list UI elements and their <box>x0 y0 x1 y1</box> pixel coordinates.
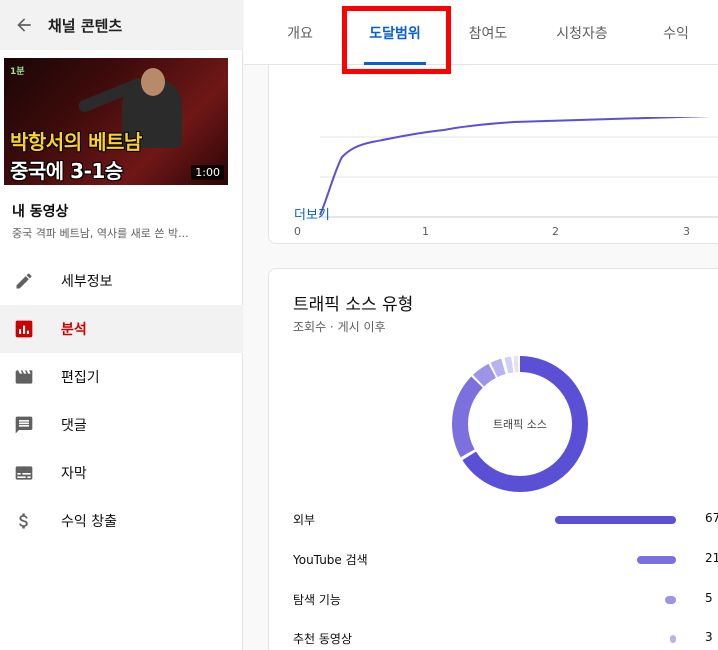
tab-audience[interactable]: 시청자층 <box>540 0 624 65</box>
thumbnail-watermark: 1분 <box>10 67 25 77</box>
tab-overview[interactable]: 개요 <box>272 0 328 65</box>
pencil-icon <box>12 269 36 293</box>
thumbnail-headline-bottom: 중국에 3-1승 <box>10 159 123 183</box>
traffic-source-value: 21 <box>705 551 718 565</box>
sidebar-item-comments[interactable]: 댓글 <box>0 401 243 449</box>
x-tick-label: 2 <box>552 225 559 238</box>
traffic-source-name: 탐색 기능 <box>293 593 341 607</box>
dollar-icon <box>12 509 36 533</box>
video-thumbnail[interactable]: 1분 박항서의 베트남 중국에 3-1승 1:00 <box>4 58 228 185</box>
traffic-card-subtitle: 조회수 · 게시 이후 <box>293 320 386 334</box>
sidebar-item-label: 자막 <box>61 466 87 482</box>
sidebar-item-analytics[interactable]: 분석 <box>0 305 243 353</box>
reach-line-chart <box>319 117 718 218</box>
donut-center-label: 트래픽 소스 <box>492 418 548 431</box>
tab-engagement[interactable]: 참여도 <box>454 0 522 65</box>
traffic-source-row: 외부 67 <box>293 511 718 531</box>
traffic-source-bar <box>670 635 676 643</box>
traffic-source-name: 외부 <box>293 513 316 527</box>
tab-bar: 개요 도달범위 참여도 시청자층 수익 <box>244 0 718 65</box>
sidebar-item-label: 분석 <box>61 322 87 338</box>
sidebar-header: 채널 콘텐츠 <box>0 0 243 50</box>
traffic-source-bar <box>555 516 676 524</box>
video-duration: 1:00 <box>191 165 224 180</box>
x-tick-label: 1 <box>422 225 429 238</box>
arrow-left-icon <box>17 18 31 32</box>
traffic-source-value: 3 <box>705 630 713 644</box>
my-video-label: 내 동영상 <box>12 204 69 220</box>
sidebar: 채널 콘텐츠 1분 박항서의 베트남 중국에 3-1승 1:00 내 동영상 중… <box>0 0 243 650</box>
x-tick-label: 0 <box>294 225 301 238</box>
traffic-source-row: 추천 동영상 3 <box>293 630 718 650</box>
traffic-source-row: YouTube 검색 21 <box>293 551 718 571</box>
analytics-icon <box>12 317 36 341</box>
traffic-source-bar <box>665 596 676 604</box>
video-title: 중국 격파 베트남, 역사를 새로 쓴 박... <box>12 227 189 240</box>
sidebar-item-editor[interactable]: 편집기 <box>0 353 243 401</box>
sidebar-item-details[interactable]: 세부정보 <box>0 257 243 305</box>
sidebar-item-subtitles[interactable]: 자막 <box>0 449 243 497</box>
thumbnail-figure-head <box>141 68 165 96</box>
traffic-source-bar <box>637 556 676 564</box>
x-tick-label: 3 <box>683 225 690 238</box>
back-button[interactable] <box>0 0 48 50</box>
traffic-source-value: 67 <box>705 511 718 525</box>
traffic-source-value: 5 <box>705 591 713 605</box>
sidebar-item-monetization[interactable]: 수익 창출 <box>0 497 243 545</box>
traffic-source-row: 탐색 기능 5 <box>293 591 718 611</box>
tab-revenue[interactable]: 수익 <box>650 0 702 65</box>
tab-highlight-box <box>342 6 451 74</box>
thumbnail-headline-top: 박항서의 베트남 <box>10 130 142 154</box>
traffic-card-title: 트래픽 소스 유형 <box>293 295 414 315</box>
subtitles-icon <box>12 461 36 485</box>
chart-series-line <box>319 117 712 216</box>
clapperboard-icon <box>12 365 36 389</box>
comment-icon <box>12 413 36 437</box>
sidebar-item-label: 편집기 <box>61 370 100 386</box>
sidebar-item-label: 세부정보 <box>61 274 113 290</box>
reach-chart-card: 0 1 2 3 더보기 <box>268 56 718 244</box>
see-more-link[interactable]: 더보기 <box>294 204 330 223</box>
sidebar-nav: 세부정보 분석 편집기 댓글 자막 수익 창출 <box>0 257 243 545</box>
sidebar-title: 채널 콘텐츠 <box>48 16 123 35</box>
sidebar-item-label: 댓글 <box>61 418 87 434</box>
traffic-source-name: 추천 동영상 <box>293 632 353 646</box>
traffic-source-name: YouTube 검색 <box>293 553 368 567</box>
sidebar-item-label: 수익 창출 <box>61 514 117 530</box>
